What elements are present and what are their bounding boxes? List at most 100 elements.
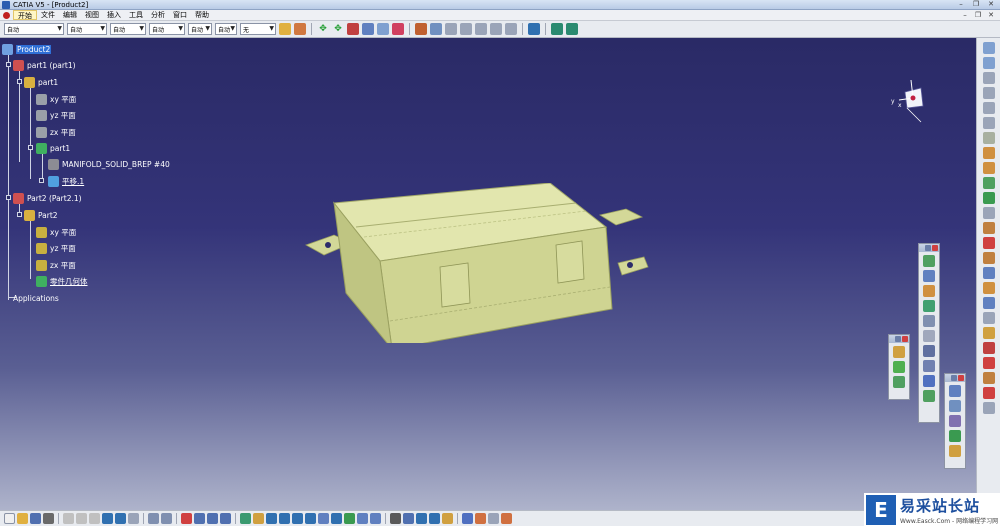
- doc-close-icon[interactable]: ✕: [986, 11, 996, 19]
- collapse-toggle[interactable]: [39, 178, 44, 183]
- toolbar-close-icon[interactable]: [932, 245, 938, 251]
- generate-numbering-icon[interactable]: [923, 345, 935, 357]
- rotate-icon[interactable]: [279, 513, 290, 524]
- toolbar-grip-icon[interactable]: [895, 336, 901, 342]
- measure-item-icon[interactable]: [207, 513, 218, 524]
- tree-node-part-body[interactable]: 零件几何体: [36, 275, 88, 287]
- tree-node-product2[interactable]: Product2: [2, 43, 52, 55]
- update-icon[interactable]: [528, 23, 540, 35]
- new-document-icon[interactable]: [4, 513, 15, 524]
- toolbar-icon-24[interactable]: [982, 387, 995, 399]
- measure-icon[interactable]: [566, 23, 578, 35]
- print-icon[interactable]: [43, 513, 54, 524]
- collapse-toggle[interactable]: [6, 62, 11, 67]
- tree-node-part1[interactable]: part1: [24, 76, 58, 88]
- snapshot-icon[interactable]: [429, 513, 440, 524]
- fly-mode-icon[interactable]: [240, 513, 251, 524]
- new-part-icon[interactable]: [923, 285, 935, 297]
- toolbar-icon-6[interactable]: [982, 117, 995, 129]
- catalog-icon[interactable]: [181, 513, 192, 524]
- manage-representations-icon[interactable]: [923, 375, 935, 387]
- toolbar-icon-3[interactable]: [982, 72, 995, 84]
- collapse-toggle[interactable]: [6, 195, 11, 200]
- whats-this-icon[interactable]: [128, 513, 139, 524]
- menu-insert[interactable]: 插入: [103, 10, 125, 20]
- toolbar-icon-2[interactable]: [982, 57, 995, 69]
- explode-move-icon[interactable]: [949, 430, 961, 442]
- toolbar-icon-16[interactable]: [982, 267, 995, 279]
- render-icon[interactable]: [501, 513, 512, 524]
- redo-icon[interactable]: [115, 513, 126, 524]
- toolbar-icon-18[interactable]: [982, 297, 995, 309]
- toolbar-icon-5[interactable]: [982, 102, 995, 114]
- collapse-toggle[interactable]: [17, 79, 22, 84]
- toolbar-icon-4[interactable]: [982, 87, 995, 99]
- toolbar-close-icon[interactable]: [902, 336, 908, 342]
- snap-move-icon[interactable]: [949, 400, 961, 412]
- menu-tools[interactable]: 工具: [125, 10, 147, 20]
- tree-node-translate[interactable]: 平移.1: [48, 175, 84, 187]
- cut-icon[interactable]: [63, 513, 74, 524]
- menu-window[interactable]: 窗口: [169, 10, 191, 20]
- point-type-combo[interactable]: 自动 ▼: [188, 23, 212, 35]
- explode-icon[interactable]: [347, 23, 359, 35]
- color-combo[interactable]: 自动 ▼: [4, 23, 64, 35]
- hide-show-icon[interactable]: [357, 513, 368, 524]
- graph-tree-reordering-icon[interactable]: [923, 330, 935, 342]
- close-icon[interactable]: ✕: [984, 0, 998, 9]
- tree-node-yz-plane[interactable]: yz 平面: [36, 242, 76, 254]
- menu-file[interactable]: 文件: [37, 10, 59, 20]
- quick-constraint-icon[interactable]: [505, 23, 517, 35]
- constraint-together-icon[interactable]: [490, 23, 502, 35]
- menu-help[interactable]: 帮助: [191, 10, 213, 20]
- toolbar-icon-11[interactable]: [982, 192, 995, 204]
- clash-icon[interactable]: [392, 23, 404, 35]
- toolbar-icon-14[interactable]: [982, 237, 995, 249]
- constraint-contact-icon[interactable]: [430, 23, 442, 35]
- replace-component-icon[interactable]: [923, 315, 935, 327]
- line-type-combo[interactable]: 自动 ▼: [149, 23, 185, 35]
- catalog-browser-icon[interactable]: [551, 23, 563, 35]
- tree-node-zx-plane[interactable]: zx 平面: [36, 259, 76, 271]
- comment-icon[interactable]: [161, 513, 172, 524]
- manifold-part-model[interactable]: [300, 183, 660, 343]
- rendering-style-combo[interactable]: 自动 ▼: [215, 23, 237, 35]
- menu-edit[interactable]: 编辑: [59, 10, 81, 20]
- multi-instantiation-icon[interactable]: [923, 390, 935, 402]
- camera-icon[interactable]: [390, 513, 401, 524]
- fit-all-icon[interactable]: [253, 513, 264, 524]
- measure-inertia-icon[interactable]: [220, 513, 231, 524]
- shading-icon[interactable]: [344, 513, 355, 524]
- tree-node-part2[interactable]: Part2: [24, 209, 58, 221]
- toolbar-icon-13[interactable]: [982, 222, 995, 234]
- constraint-coincidence-icon[interactable]: [415, 23, 427, 35]
- swap-visible-space-icon[interactable]: [370, 513, 381, 524]
- tree-node-part1-instance[interactable]: part1 (part1): [13, 59, 76, 71]
- manipulate-icon[interactable]: [949, 385, 961, 397]
- toolbar-icon-9[interactable]: [982, 162, 995, 174]
- move-icon[interactable]: ✥: [317, 23, 329, 35]
- new-component-icon[interactable]: [923, 255, 935, 267]
- stop-clash-icon[interactable]: [949, 445, 961, 457]
- undo-icon[interactable]: [102, 513, 113, 524]
- new-product-icon[interactable]: [923, 270, 935, 282]
- toolbar-icon-7[interactable]: [982, 132, 995, 144]
- measure-between-icon[interactable]: [194, 513, 205, 524]
- toolbar-icon-21[interactable]: [982, 342, 995, 354]
- tree-node-manifold-solid[interactable]: MANIFOLD_SOLID_BREP #40: [48, 158, 170, 170]
- compass-widget[interactable]: y x: [885, 78, 933, 126]
- collapse-toggle[interactable]: [17, 212, 22, 217]
- analysis-icon[interactable]: [475, 513, 486, 524]
- tree-node-applications[interactable]: Applications: [13, 292, 59, 304]
- normal-view-icon[interactable]: [318, 513, 329, 524]
- 3d-viewport[interactable]: Product2 part1 (part1) part1 xy 平面 yz 平面…: [0, 38, 976, 510]
- restore-icon[interactable]: ❐: [969, 0, 983, 9]
- tree-node-xy-plane[interactable]: xy 平面: [36, 226, 76, 238]
- tree-node-yz-plane[interactable]: yz 平面: [36, 109, 76, 121]
- tree-node-part2-instance[interactable]: Part2 (Part2.1): [13, 192, 82, 204]
- constraint-angle-icon[interactable]: [460, 23, 472, 35]
- pocket-icon[interactable]: [893, 376, 905, 388]
- toolbar-icon-1[interactable]: [982, 42, 995, 54]
- sketch-icon[interactable]: [462, 513, 473, 524]
- hole-icon[interactable]: [893, 361, 905, 373]
